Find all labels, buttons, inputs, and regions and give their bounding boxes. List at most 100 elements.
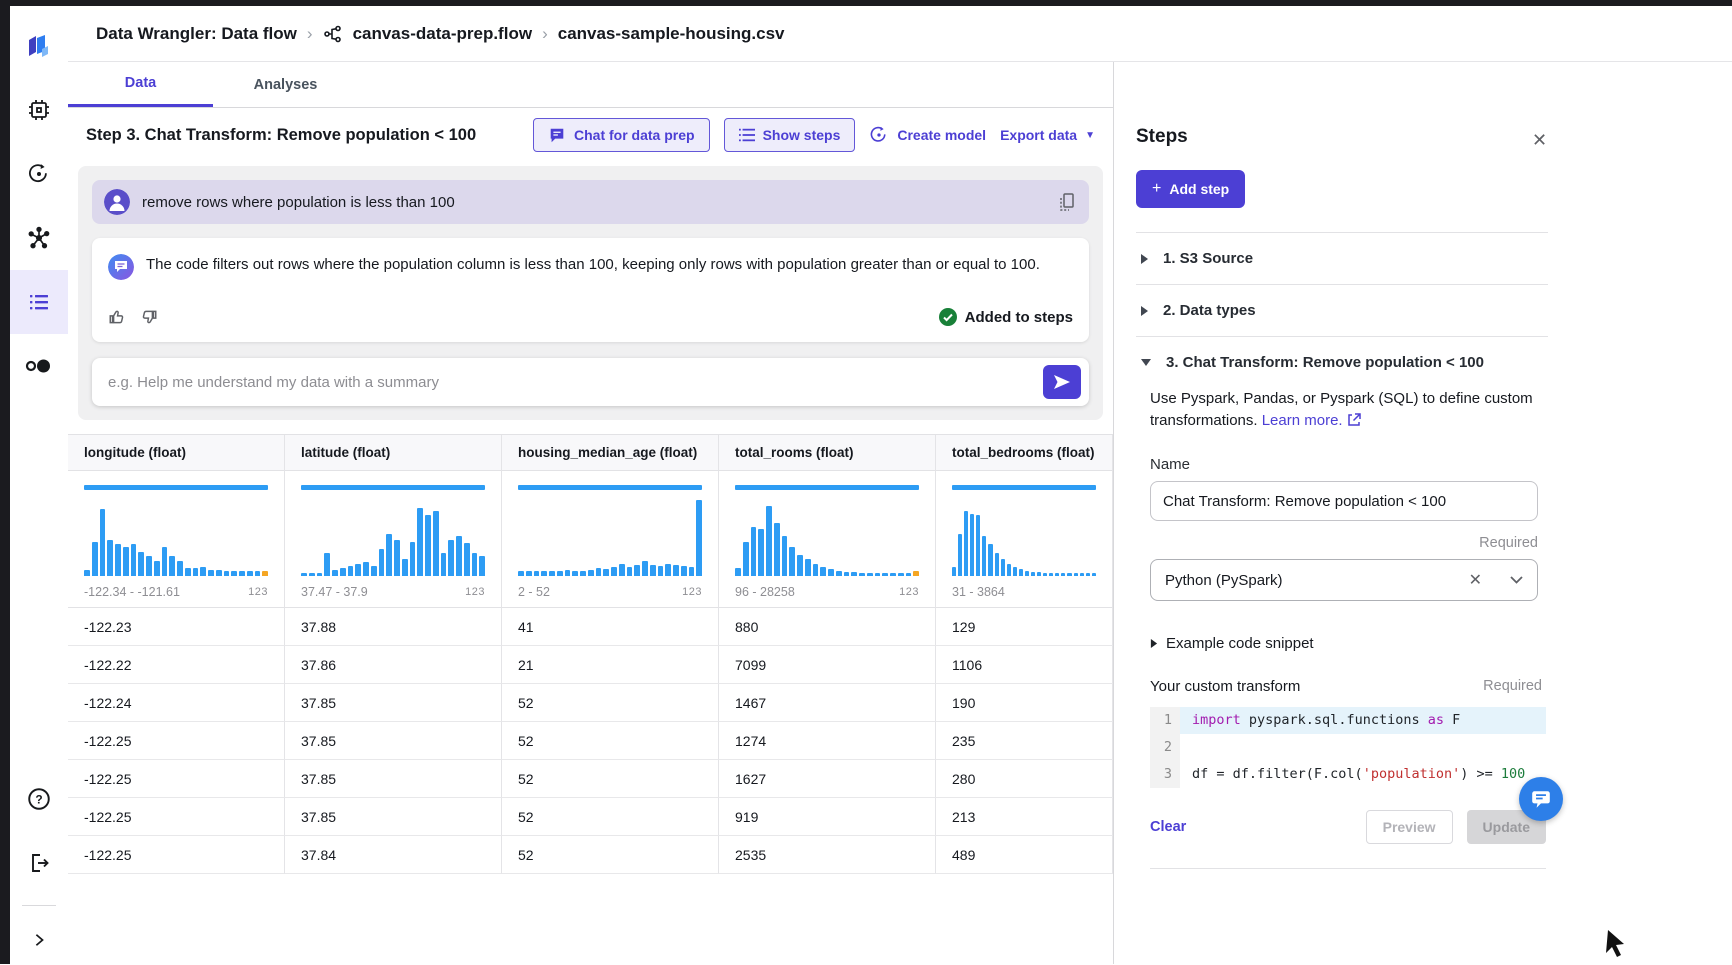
table-cell: 919 [719,798,936,836]
column-header[interactable]: total_rooms (float) [719,435,936,471]
sidebar-item-help[interactable]: ? [10,767,68,831]
column-header[interactable]: longitude (float) [68,435,285,471]
table-row[interactable]: -122.2237.862170991106 [68,646,1113,684]
sidebar-divider [22,905,56,906]
table-cell: -122.25 [68,836,285,874]
canvas-logo[interactable] [10,14,68,78]
example-code-snippet-toggle[interactable]: Example code snippet [1150,635,1548,652]
column-header[interactable]: total_bedrooms (float) [936,435,1113,471]
create-model-icon [869,125,889,145]
chevron-down-icon: ▼ [1085,130,1095,141]
add-step-button[interactable]: + Add step [1136,170,1245,208]
plus-icon: + [1152,180,1161,198]
caret-down-icon [1140,358,1152,367]
table-row[interactable]: -122.2537.84522535489 [68,836,1113,874]
assistant-avatar [108,254,134,280]
show-steps-button[interactable]: Show steps [724,118,856,152]
step-item-chat-transform[interactable]: 3. Chat Transform: Remove population < 1… [1136,336,1548,388]
assistant-message-text: The code filters out rows where the popu… [146,254,1040,276]
user-avatar [104,189,130,215]
thumbs-up-icon[interactable] [108,308,126,326]
data-pane: Data Analyses Step 3. Chat Transform: Re… [68,62,1113,964]
numeric-type-badge: 123 [899,586,919,598]
table-cell: 21 [502,646,719,684]
check-circle-icon [939,308,957,326]
table-cell: -122.23 [68,608,285,646]
caret-right-icon [1140,305,1149,317]
tab-analyses[interactable]: Analyses [213,62,358,107]
numeric-type-badge: 123 [682,586,702,598]
caret-right-icon [1150,638,1158,649]
learn-more-link[interactable]: Learn more. [1262,412,1343,429]
table-row[interactable]: -122.2437.85521467190 [68,684,1113,722]
table-cell: 2535 [719,836,936,874]
breadcrumb-flow-file[interactable]: canvas-data-prep.flow [353,24,533,44]
column-header[interactable]: latitude (float) [285,435,502,471]
table-cell: 37.85 [285,722,502,760]
chevron-right-icon [32,932,46,948]
svg-text:?: ? [35,792,42,806]
step-header: Step 3. Chat Transform: Remove populatio… [68,108,1113,162]
steps-panel-title: Steps [1136,126,1548,148]
sidebar-item-data-flows[interactable] [10,270,68,334]
table-row[interactable]: -122.2537.85521627280 [68,760,1113,798]
table-cell: 52 [502,836,719,874]
table-cell: 129 [936,608,1113,646]
breadcrumb: Data Wrangler: Data flow › canvas-data-p… [68,6,1732,62]
create-model-button[interactable]: Create model [869,125,986,145]
transform-description: Use Pyspark, Pandas, or Pyspark (SQL) to… [1150,388,1542,432]
table-cell: -122.24 [68,684,285,722]
send-icon [1054,375,1070,389]
numeric-type-badge: 123 [248,586,268,598]
close-icon[interactable]: ✕ [1532,130,1547,151]
transform-footer: Clear Preview Update [1150,810,1546,869]
language-select[interactable]: Python (PySpark) ✕ [1150,559,1538,601]
external-link-icon[interactable] [1347,413,1361,427]
chip-icon [27,98,51,122]
table-row[interactable]: -122.2537.8552919213 [68,798,1113,836]
table-cell: 1106 [936,646,1113,684]
column-histogram: 96 - 28258123 [719,471,936,608]
table-cell: 190 [936,684,1113,722]
breadcrumb-data-wrangler[interactable]: Data Wrangler: Data flow [96,24,297,44]
chat-panel: remove rows where population is less tha… [78,166,1103,420]
chat-input[interactable] [108,374,1043,391]
preview-button[interactable]: Preview [1366,810,1453,844]
table-cell: 235 [936,722,1113,760]
table-cell: 37.86 [285,646,502,684]
chevron-down-icon[interactable] [1510,576,1523,584]
column-header[interactable]: housing_median_age (float) [502,435,719,471]
sidebar-item-compute[interactable] [10,78,68,142]
flow-icon [323,24,343,44]
table-cell: 37.85 [285,760,502,798]
send-button[interactable] [1043,365,1081,399]
clear-selection-icon[interactable]: ✕ [1469,570,1482,590]
tab-data[interactable]: Data [68,62,213,107]
clear-button[interactable]: Clear [1150,819,1186,835]
step-item-s3-source[interactable]: 1. S3 Source [1136,232,1548,284]
table-row[interactable]: -122.2537.85521274235 [68,722,1113,760]
sidebar-expand-button[interactable] [10,916,68,964]
sidebar-item-logout[interactable] [10,831,68,895]
chat-fab-button[interactable] [1519,777,1563,821]
left-sidebar: ? [10,6,68,964]
chat-for-data-prep-button[interactable]: Chat for data prep [533,118,710,152]
copy-icon[interactable] [1057,191,1077,213]
step-detail-body: Use Pyspark, Pandas, or Pyspark (SQL) to… [1150,388,1548,875]
sidebar-item-models[interactable] [10,142,68,206]
thumbs-down-icon[interactable] [140,308,158,326]
step-item-data-types[interactable]: 2. Data types [1136,284,1548,336]
caret-right-icon [1140,253,1149,265]
window-left-edge [0,0,10,964]
steps-list: 1. S3 Source 2. Data types 3. Chat Trans… [1136,232,1548,875]
main-area: Data Wrangler: Data flow › canvas-data-p… [68,6,1732,964]
sidebar-item-datasets[interactable] [10,334,68,398]
export-data-button[interactable]: Export data ▼ [1000,127,1095,143]
breadcrumb-separator: › [542,24,548,44]
user-message-text: remove rows where population is less tha… [142,194,455,211]
transform-name-input[interactable] [1150,481,1538,521]
table-row[interactable]: -122.2337.8841880129 [68,608,1113,646]
code-editor[interactable]: 1import pyspark.sql.functions as F23df =… [1150,707,1546,788]
sidebar-item-automations[interactable] [10,206,68,270]
sidebar-spacer [10,398,68,767]
